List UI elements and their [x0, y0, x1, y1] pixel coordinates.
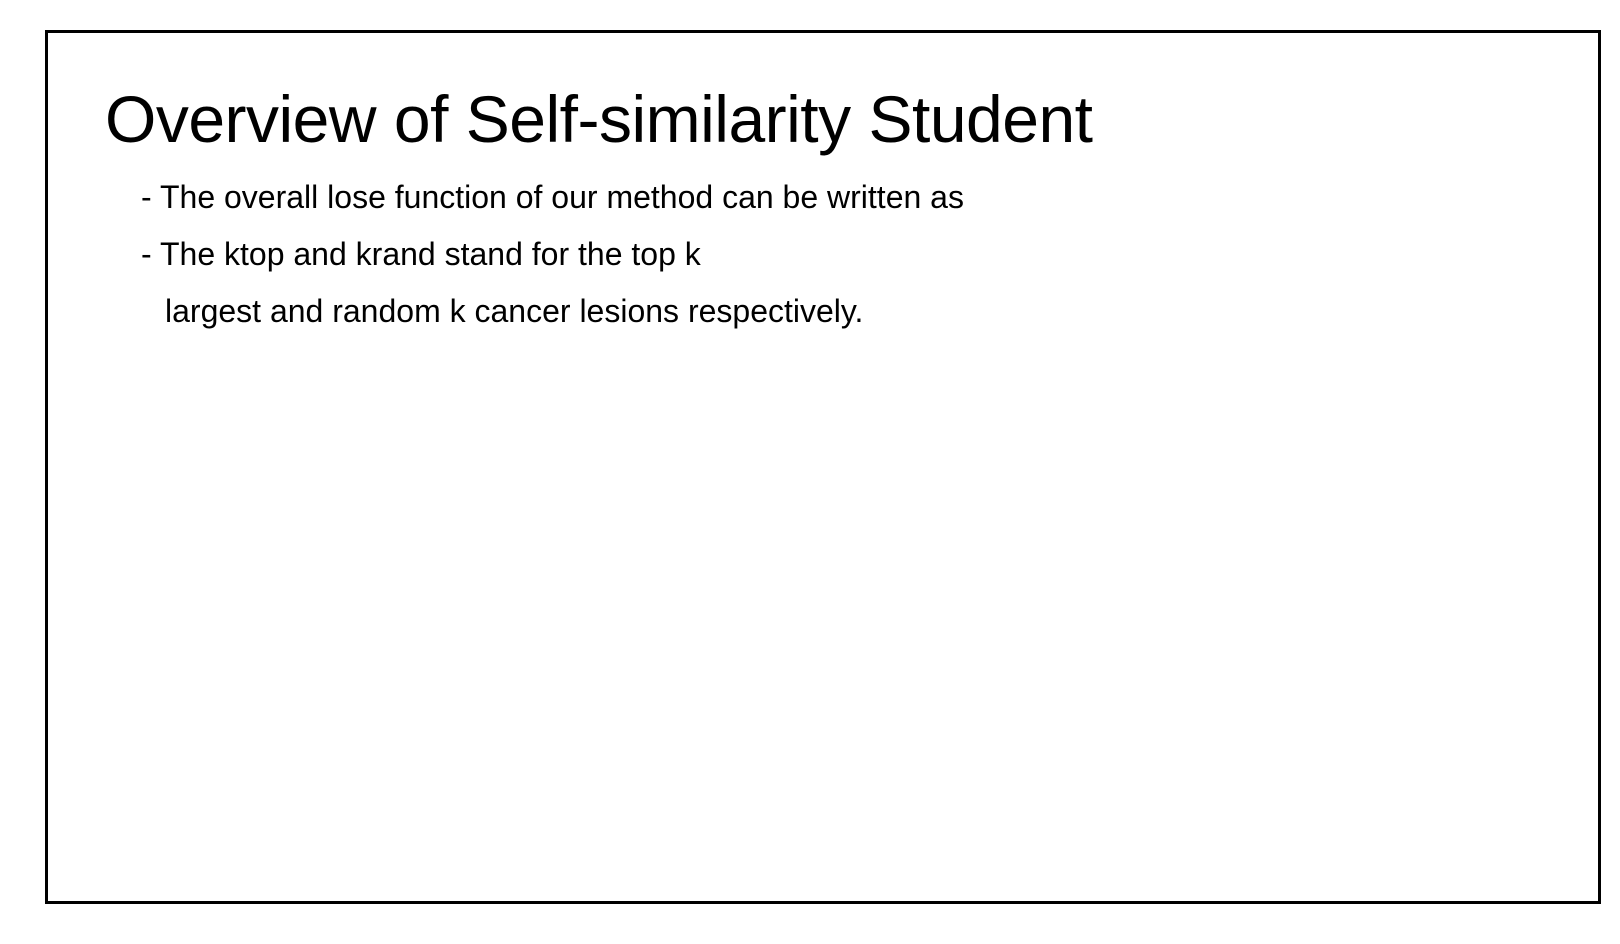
- slide-frame: Overview of Self-similarity Student - Th…: [45, 30, 1601, 904]
- bullet-ktop-krand: - The ktop and krand stand for the top k: [141, 236, 701, 272]
- slide-title: Overview of Self-similarity Student: [105, 82, 1093, 156]
- bullet-ktop-krand-continuation: largest and random k cancer lesions resp…: [165, 293, 864, 329]
- bullet-loss-function: - The overall lose function of our metho…: [141, 179, 964, 215]
